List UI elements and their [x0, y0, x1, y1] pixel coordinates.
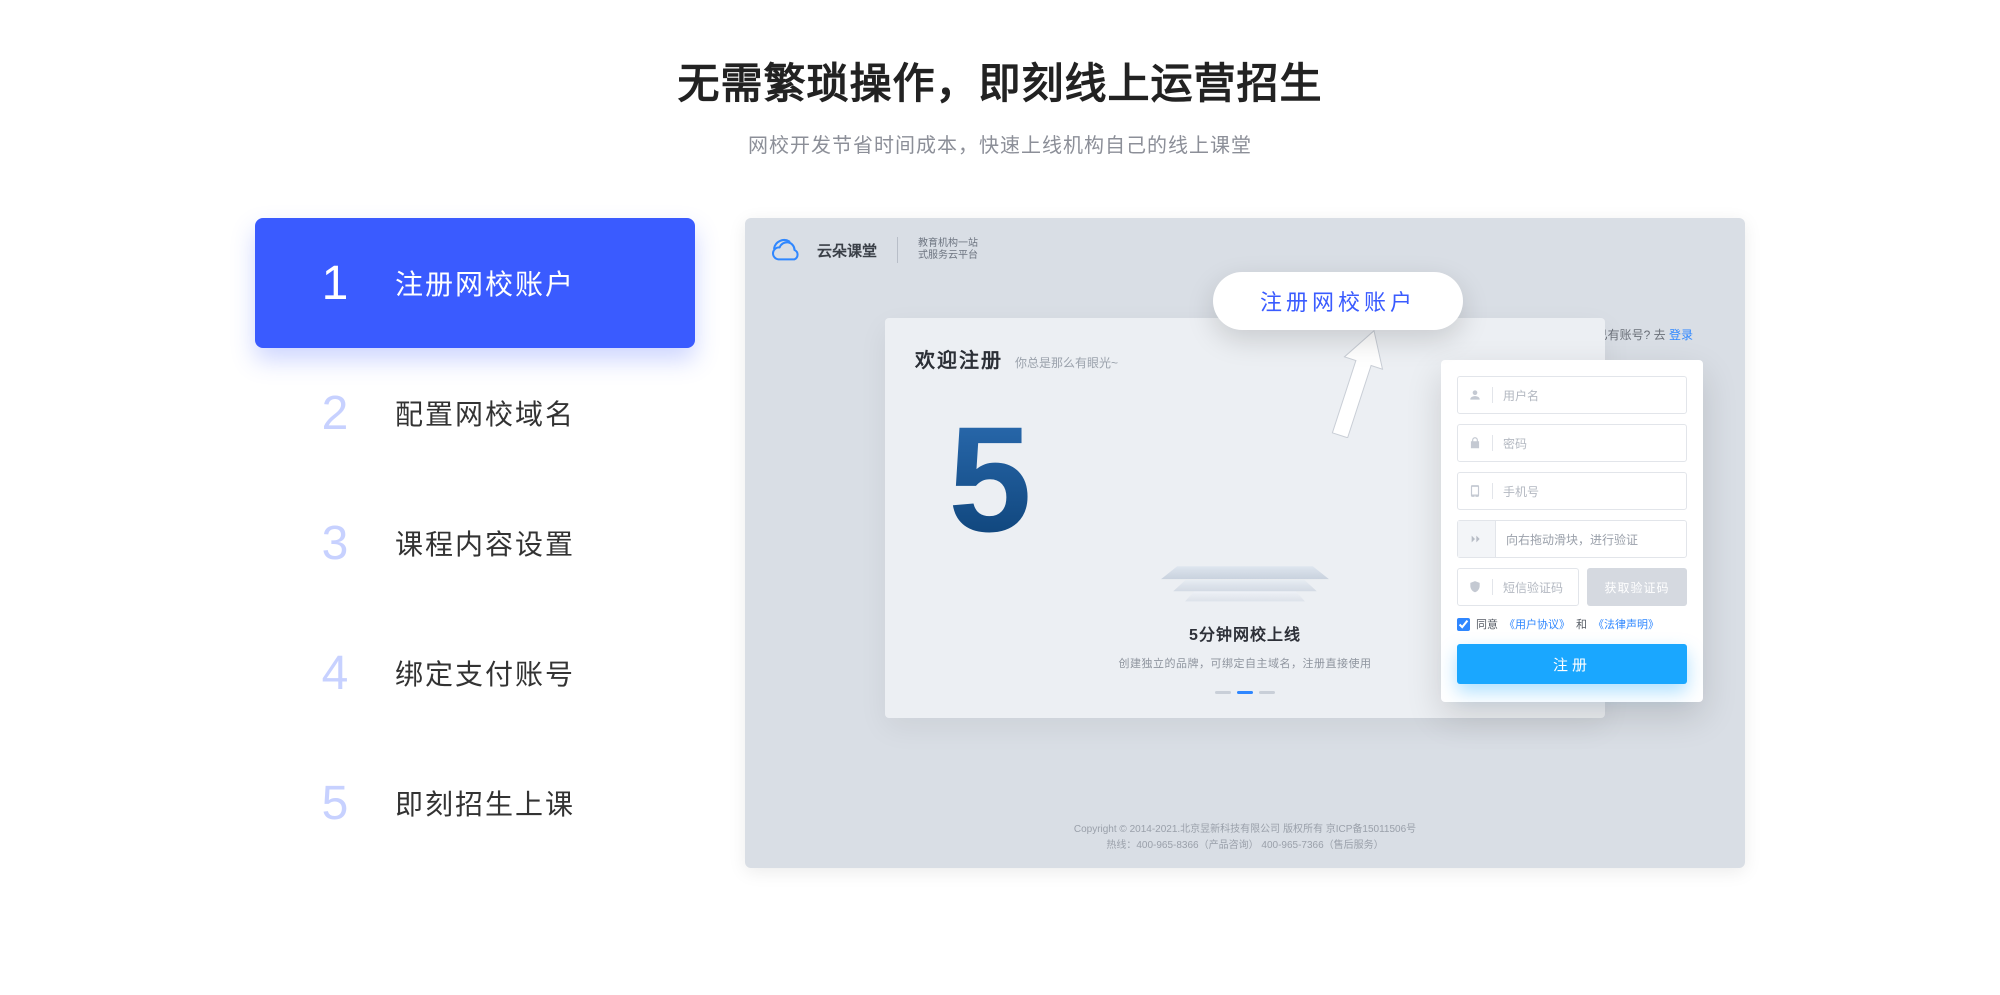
step-number: 3 [305, 516, 365, 571]
agree-and: 和 [1576, 616, 1587, 632]
phone-placeholder: 手机号 [1503, 483, 1676, 500]
password-field[interactable]: 密码 [1457, 424, 1687, 462]
welcome-title: 欢迎注册 [915, 344, 1003, 373]
divider [897, 237, 898, 263]
agree-prefix: 同意 [1476, 616, 1498, 632]
welcome-subtitle: 你总是那么有眼光~ [1015, 354, 1118, 371]
agree-row[interactable]: 同意 《用户协议》 和 《法律声明》 [1457, 616, 1687, 632]
svg-text:5: 5 [948, 401, 1031, 563]
login-link[interactable]: 登录 [1669, 328, 1693, 342]
step-number: 1 [305, 256, 365, 311]
steps-list: 1 注册网校账户 2 配置网校域名 3 课程内容设置 4 绑定支付账号 5 即刻… [255, 218, 695, 868]
hotline-line: 热线：400-965-8366（产品咨询） 400-965-7366（售后服务） [745, 838, 1745, 854]
phone-icon [1468, 484, 1482, 498]
step-number: 2 [305, 386, 365, 441]
user-icon [1468, 388, 1482, 402]
username-placeholder: 用户名 [1503, 387, 1676, 404]
copyright-line: Copyright © 2014-2021.北京昱新科技有限公司 版权所有 京I… [745, 822, 1745, 838]
step-1[interactable]: 1 注册网校账户 [255, 218, 695, 348]
step-label: 课程内容设置 [395, 523, 575, 563]
number-5-icon: 5 [915, 401, 1065, 571]
page-subtitle: 网校开发节省时间成本，快速上线机构自己的线上课堂 [0, 129, 2000, 158]
phone-field[interactable]: 手机号 [1457, 472, 1687, 510]
register-button[interactable]: 注册 [1457, 644, 1687, 684]
pointer-arrow-icon [1327, 328, 1387, 438]
preview-header: 云朵课堂 教育机构一站 式服务云平台 [745, 218, 1745, 264]
sms-code-field[interactable]: 短信验证码 [1457, 568, 1579, 606]
username-field[interactable]: 用户名 [1457, 376, 1687, 414]
have-account-prefix: 已有账号? 去 [1596, 328, 1669, 342]
sms-code-placeholder: 短信验证码 [1503, 579, 1568, 596]
step-label: 绑定支付账号 [395, 653, 575, 693]
step-number: 5 [305, 776, 365, 831]
password-placeholder: 密码 [1503, 435, 1676, 452]
carousel-dot[interactable] [1259, 691, 1275, 694]
logo-sub-line: 式服务云平台 [918, 250, 978, 262]
step-number: 4 [305, 646, 365, 701]
pedestal-icon [1160, 563, 1330, 603]
step-5[interactable]: 5 即刻招生上课 [255, 738, 695, 868]
cloud-logo-icon [769, 236, 803, 264]
step-label: 配置网校域名 [395, 393, 575, 433]
step-label: 即刻招生上课 [395, 783, 575, 823]
get-code-button[interactable]: 获取验证码 [1587, 568, 1687, 606]
have-account-text: 已有账号? 去 登录 [1596, 326, 1693, 343]
step-2[interactable]: 2 配置网校域名 [255, 348, 695, 478]
slider-captcha[interactable]: 向右拖动滑块，进行验证 [1457, 520, 1687, 558]
user-agreement-link[interactable]: 《用户协议》 [1504, 616, 1570, 632]
lock-icon [1468, 436, 1482, 450]
agree-checkbox[interactable] [1457, 618, 1470, 631]
page-title: 无需繁琐操作，即刻线上运营招生 [0, 50, 2000, 111]
callout-pill: 注册网校账户 [1213, 272, 1463, 330]
logo-sub-line: 教育机构一站 [918, 238, 978, 250]
logo-subtext: 教育机构一站 式服务云平台 [918, 238, 978, 262]
arrows-right-icon [1469, 531, 1485, 547]
step-4[interactable]: 4 绑定支付账号 [255, 608, 695, 738]
legal-statement-link[interactable]: 《法律声明》 [1593, 616, 1659, 632]
slider-text: 向右拖动滑块，进行验证 [1506, 531, 1638, 548]
step-3[interactable]: 3 课程内容设置 [255, 478, 695, 608]
shield-icon [1468, 580, 1482, 594]
registration-form: 用户名 密码 手机号 [1441, 360, 1703, 702]
carousel-dot[interactable] [1215, 691, 1231, 694]
preview-panel: 云朵课堂 教育机构一站 式服务云平台 注册网校账户 已有账号? 去 登录 [745, 218, 1745, 868]
carousel-dot[interactable] [1237, 691, 1253, 694]
step-label: 注册网校账户 [395, 263, 575, 303]
logo-text: 云朵课堂 [817, 240, 877, 261]
slider-handle[interactable] [1458, 521, 1496, 557]
preview-footer: Copyright © 2014-2021.北京昱新科技有限公司 版权所有 京I… [745, 822, 1745, 854]
